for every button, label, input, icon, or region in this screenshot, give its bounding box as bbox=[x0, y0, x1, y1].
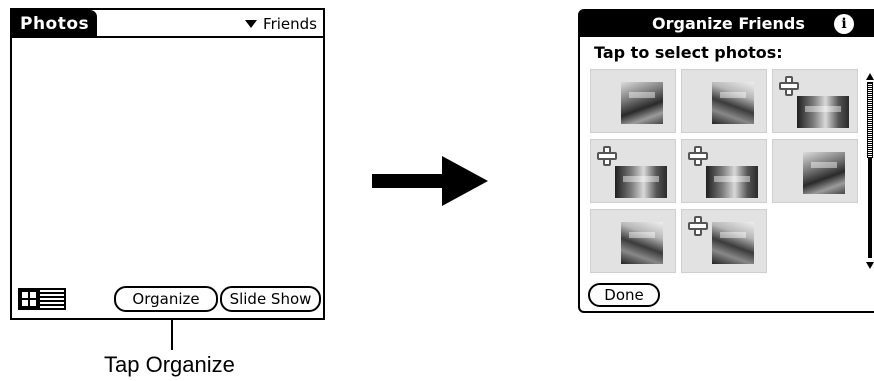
plus-icon bbox=[597, 146, 617, 166]
photo-cell[interactable] bbox=[772, 69, 858, 133]
photo-cell[interactable] bbox=[590, 69, 676, 133]
photo-thumbnail bbox=[621, 82, 663, 124]
photos-screen: Photos Friends Organize Slide Show bbox=[10, 8, 325, 320]
slide-show-button[interactable]: Slide Show bbox=[220, 286, 321, 312]
plus-icon bbox=[779, 76, 799, 96]
scroll-thumb[interactable] bbox=[868, 158, 872, 258]
info-icon[interactable]: i bbox=[834, 14, 854, 34]
done-button[interactable]: Done bbox=[588, 283, 660, 307]
dialog-title: Organize Friends bbox=[652, 14, 805, 33]
organize-button[interactable]: Organize bbox=[114, 286, 218, 312]
category-picker[interactable]: Friends bbox=[245, 12, 317, 36]
photo-thumbnail bbox=[712, 82, 754, 124]
photo-cell[interactable] bbox=[590, 209, 676, 273]
callout-label: Tap Organize bbox=[104, 352, 235, 377]
photo-cell[interactable] bbox=[590, 139, 676, 203]
photo-thumbnail bbox=[706, 166, 758, 198]
photo-thumbnail bbox=[797, 96, 849, 128]
photo-thumbnail bbox=[712, 222, 754, 264]
plus-icon bbox=[688, 216, 708, 236]
plus-icon bbox=[688, 146, 708, 166]
app-title: Photos bbox=[12, 10, 98, 38]
photo-cell[interactable] bbox=[681, 139, 767, 203]
callout-line bbox=[171, 320, 173, 350]
view-toggle[interactable] bbox=[18, 288, 66, 310]
dialog-title-bar: Organize Friends i bbox=[580, 11, 874, 37]
photo-cell[interactable] bbox=[681, 209, 767, 273]
photo-cell[interactable] bbox=[772, 139, 858, 203]
scroll-track[interactable] bbox=[867, 82, 873, 158]
category-label: Friends bbox=[263, 15, 317, 33]
scroll-down-arrow-icon[interactable] bbox=[866, 262, 874, 269]
dropdown-triangle-icon bbox=[245, 20, 258, 28]
empty-photo-slot bbox=[772, 209, 858, 273]
select-prompt: Tap to select photos: bbox=[594, 43, 783, 62]
list-view-icon[interactable] bbox=[40, 288, 66, 310]
photo-cell[interactable] bbox=[681, 69, 767, 133]
scroll-up-arrow-icon[interactable] bbox=[866, 73, 874, 80]
photo-grid bbox=[590, 69, 862, 273]
photo-thumbnail bbox=[803, 152, 845, 194]
organize-dialog: Organize Friends i Tap to select photos:… bbox=[578, 9, 874, 313]
photo-thumbnail bbox=[621, 222, 663, 264]
thumbnail-view-icon[interactable] bbox=[18, 288, 40, 310]
title-underline bbox=[12, 36, 323, 38]
right-arrow-icon bbox=[372, 156, 488, 206]
scrollbar[interactable] bbox=[866, 73, 874, 269]
photo-thumbnail bbox=[615, 166, 667, 198]
